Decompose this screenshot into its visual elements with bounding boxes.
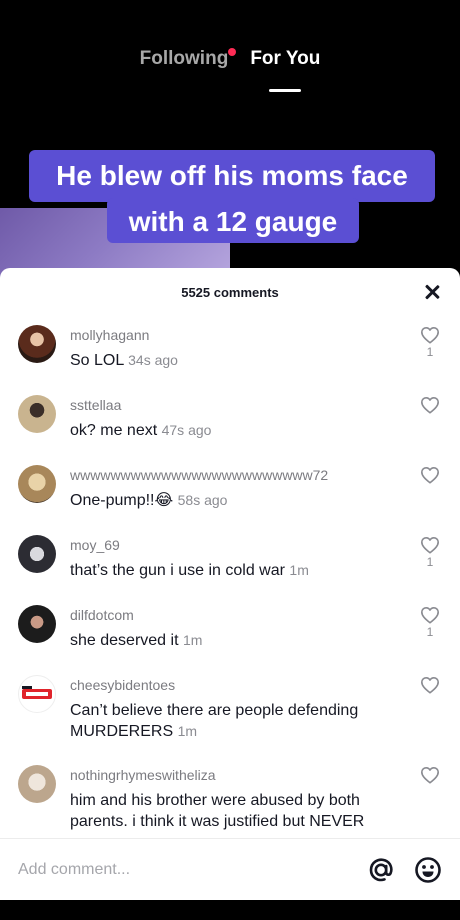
like-count: 1 xyxy=(426,345,434,359)
comment-item: dilfdotcom she deserved it 1m 1 xyxy=(0,596,460,666)
avatar[interactable] xyxy=(18,465,56,503)
comment-username[interactable]: ssttellaa xyxy=(70,395,404,415)
emoji-icon xyxy=(415,856,441,883)
heart-icon xyxy=(421,466,439,484)
comment-username[interactable]: mollyhagann xyxy=(70,325,404,345)
comment-username[interactable]: nothingrhymeswitheliza xyxy=(70,765,404,785)
comment-time: 47s ago xyxy=(161,422,212,438)
comment-text: that’s the gun i use in cold war xyxy=(70,562,285,579)
feed-tabs: Following For You xyxy=(0,48,460,88)
like-button[interactable]: 1 xyxy=(418,606,442,639)
comment-text: Can’t believe there are people defending… xyxy=(70,702,359,740)
comment-username[interactable]: dilfdotcom xyxy=(70,605,404,625)
avatar-logo xyxy=(22,686,52,699)
mention-button[interactable] xyxy=(366,855,396,885)
like-count: 1 xyxy=(426,625,434,639)
heart-icon xyxy=(421,676,439,694)
like-button[interactable] xyxy=(418,676,442,695)
tab-following-label: Following xyxy=(139,48,229,69)
comment-item: wwwwwwwwwwwwwwwwwwwwwwww72 One-pump!!😂 5… xyxy=(0,456,460,526)
tab-for-you-label: For You xyxy=(250,48,321,69)
comment-text: One-pump!!😂 xyxy=(70,492,174,509)
comments-count-title: 5525 comments xyxy=(181,284,279,300)
comment-username[interactable]: cheesybidentoes xyxy=(70,675,404,695)
heart-icon xyxy=(421,766,439,784)
like-button[interactable] xyxy=(418,466,442,485)
emoji-button[interactable] xyxy=(413,855,443,885)
like-button[interactable]: 1 xyxy=(418,536,442,569)
comment-time: 34s ago xyxy=(128,352,178,368)
comments-header: 5525 comments xyxy=(0,268,460,316)
like-button[interactable] xyxy=(418,396,442,415)
avatar[interactable] xyxy=(18,325,56,363)
comment-username[interactable]: wwwwwwwwwwwwwwwwwwwwwwww72 xyxy=(70,465,404,485)
comment-item: mollyhagann So LOL 34s ago 1 xyxy=(0,316,460,386)
comment-text: him and his brother were abused by both … xyxy=(70,792,365,830)
comment-input[interactable] xyxy=(0,860,366,879)
comment-time: 58s ago xyxy=(177,492,228,508)
comment-text: So LOL xyxy=(70,352,124,369)
heart-icon xyxy=(421,326,439,344)
avatar[interactable] xyxy=(18,675,56,713)
heart-icon xyxy=(421,396,439,414)
avatar[interactable] xyxy=(18,535,56,573)
close-icon[interactable] xyxy=(422,282,442,302)
notification-dot xyxy=(228,48,237,56)
tab-for-you[interactable]: For You xyxy=(250,48,320,88)
comment-item: cheesybidentoes Can’t believe there are … xyxy=(0,666,460,756)
at-sign-icon xyxy=(369,857,393,881)
comment-item: nothingrhymeswitheliza him and his broth… xyxy=(0,756,460,838)
video-player[interactable]: Following For You He blew off his moms f… xyxy=(0,0,460,290)
tab-following[interactable]: Following xyxy=(139,48,237,88)
like-button[interactable]: 1 xyxy=(418,326,442,359)
heart-icon xyxy=(421,606,439,624)
comment-text: she deserved it xyxy=(70,632,179,649)
like-button[interactable] xyxy=(418,766,442,785)
heart-icon xyxy=(421,536,439,554)
like-count: 1 xyxy=(426,555,434,569)
avatar[interactable] xyxy=(18,765,56,803)
avatar[interactable] xyxy=(18,395,56,433)
comment-input-bar xyxy=(0,838,460,900)
comments-list[interactable]: mollyhagann So LOL 34s ago 1 ssttellaa o… xyxy=(0,316,460,838)
comment-text: ok? me next xyxy=(70,422,158,439)
comment-item: moy_69 that’s the gun i use in cold war … xyxy=(0,526,460,596)
caption-line-2: with a 12 gauge xyxy=(107,198,359,243)
comment-time: 1m xyxy=(177,723,198,739)
comment-time: 1m xyxy=(289,562,309,578)
comments-sheet: 5525 comments mollyhagann So LOL 34s ago… xyxy=(0,268,460,920)
comment-username[interactable]: moy_69 xyxy=(70,535,404,555)
bottom-bar xyxy=(0,900,460,920)
caption-line-1: He blew off his moms face xyxy=(29,150,435,202)
avatar[interactable] xyxy=(18,605,56,643)
comment-item: ssttellaa ok? me next 47s ago xyxy=(0,386,460,456)
comment-time: 1m xyxy=(182,632,203,648)
